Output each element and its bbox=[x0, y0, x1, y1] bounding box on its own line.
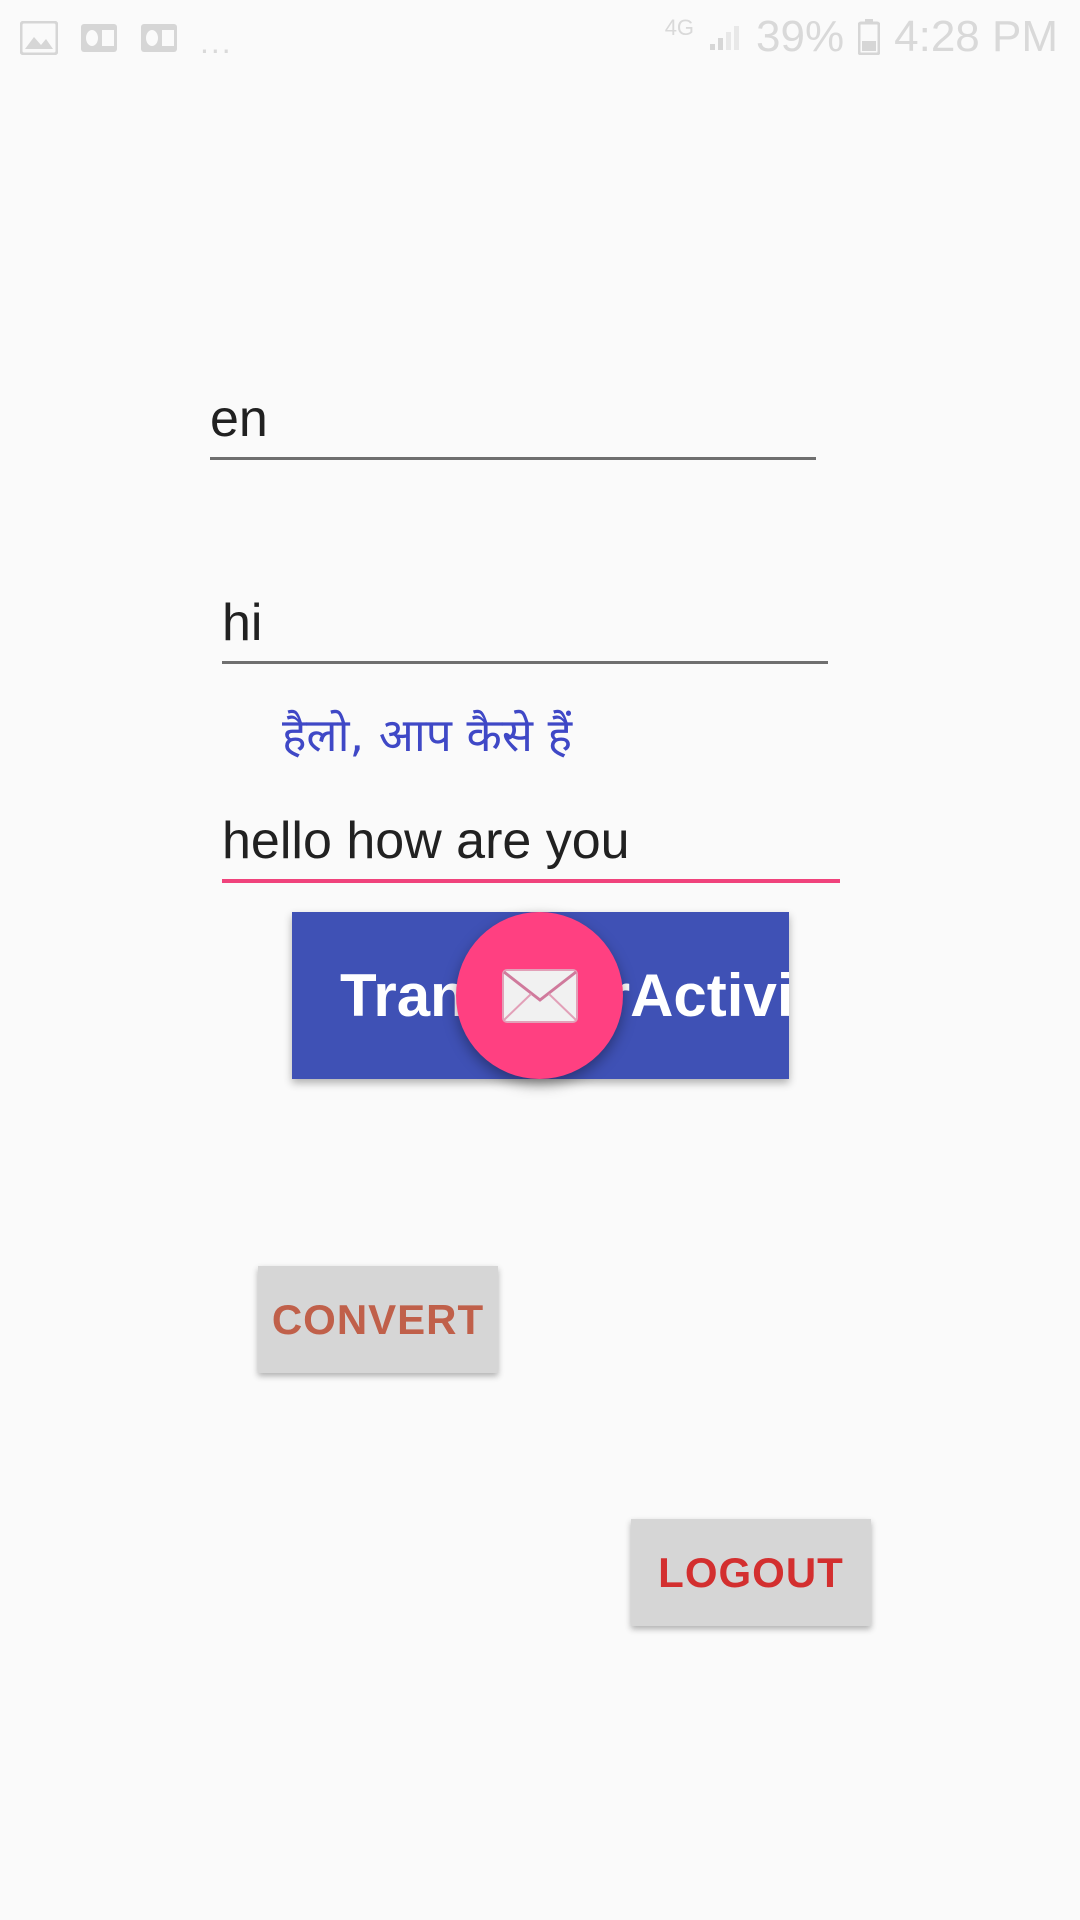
image-icon bbox=[20, 20, 58, 55]
convert-label: CONVERT bbox=[271, 1295, 485, 1343]
input-text-value: hello how are you bbox=[222, 812, 630, 870]
input-text-field[interactable]: hello how are you bbox=[222, 805, 840, 883]
status-system: 4G 39% 4:28 PM bbox=[665, 12, 1058, 62]
translator-screen: ... 4G 39% 4:28 PM en hi हैलो, आप कैसे ह… bbox=[0, 0, 1080, 1920]
floating-action-button[interactable] bbox=[456, 912, 623, 1079]
logout-button[interactable]: LOGOUT bbox=[631, 1519, 871, 1626]
signal-icon bbox=[708, 22, 742, 52]
battery-percent: 39% bbox=[756, 12, 845, 61]
status-notifications: ... bbox=[20, 14, 233, 61]
outlook-icon bbox=[80, 21, 118, 55]
target-language-value: hi bbox=[222, 594, 263, 652]
source-language-value: en bbox=[210, 390, 268, 448]
source-language-field[interactable]: en bbox=[210, 385, 816, 460]
envelope-icon bbox=[501, 968, 579, 1024]
target-language-field[interactable]: hi bbox=[222, 589, 828, 664]
logout-label: LOGOUT bbox=[658, 1548, 844, 1596]
convert-button[interactable]: CONVERT bbox=[258, 1266, 498, 1373]
more-notifications: ... bbox=[200, 24, 233, 60]
clock: 4:28 PM bbox=[894, 12, 1058, 61]
status-bar: ... 4G 39% 4:28 PM bbox=[0, 0, 1080, 75]
translated-text: हैलो, आप कैसे हैं bbox=[282, 708, 573, 762]
network-type: 4G bbox=[664, 15, 695, 40]
battery-icon bbox=[858, 19, 881, 55]
outlook-icon bbox=[140, 21, 178, 55]
